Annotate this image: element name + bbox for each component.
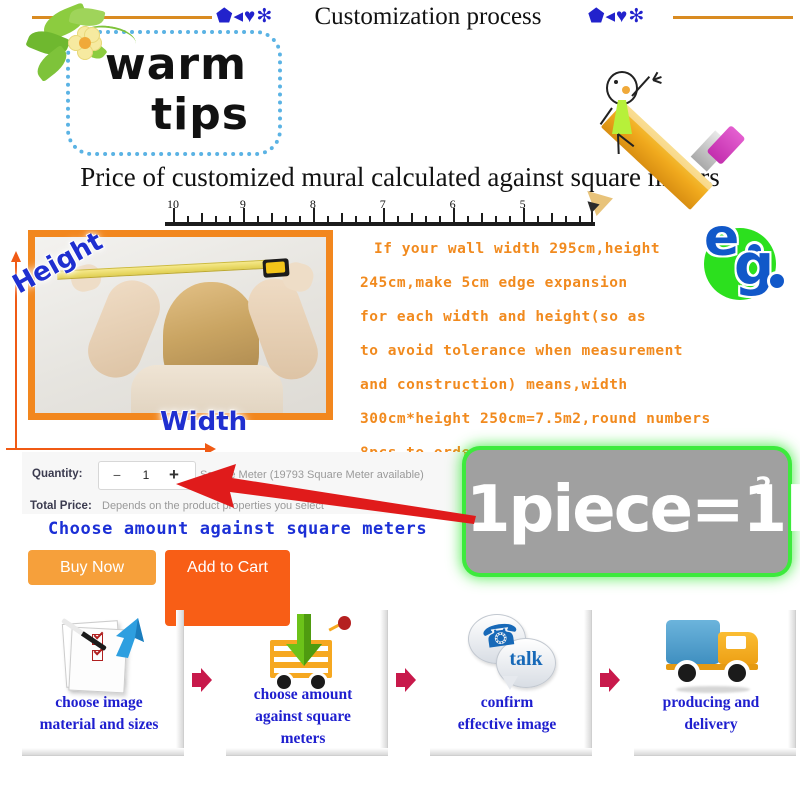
ruler-minor-tick — [578, 216, 581, 222]
example-paragraph-line: to avoid tolerance when measurement — [360, 343, 684, 359]
ruler-minor-tick — [340, 213, 343, 222]
ruler-minor-tick — [508, 216, 511, 222]
stick-figure-icon — [596, 67, 666, 155]
ruler-minor-tick — [396, 216, 399, 222]
blue-arrow-icon — [112, 616, 146, 658]
step-4-icon — [626, 608, 796, 693]
process-step-1: choose image material and sizes — [14, 604, 184, 756]
one-piece-text: 1piece=1M — [466, 473, 800, 547]
ruler-minor-tick — [438, 216, 441, 222]
step-2-icon — [218, 608, 388, 692]
process-step-4: producing and delivery — [626, 604, 796, 756]
step-3-caption: confirm effective image — [422, 692, 592, 736]
ruler-minor-tick — [228, 216, 231, 222]
customization-process-page: ⬟◂♥✻ Customization process ⬟◂♥✻ warm tip… — [0, 0, 800, 800]
shopping-cart-icon — [270, 614, 351, 692]
process-step-2: choose amount against square meters — [218, 604, 388, 756]
pencil-icon — [579, 71, 746, 225]
header-rule-right — [673, 16, 793, 19]
step-4-caption-line2: delivery — [684, 716, 738, 733]
step-3-icon: ☎ talk — [422, 608, 592, 692]
ruler-minor-tick — [550, 213, 553, 222]
ruler-minor-tick — [424, 216, 427, 222]
step-2-caption: choose amount against square meters — [218, 684, 388, 750]
talk-bubble-text: talk — [509, 648, 543, 670]
ruler-minor-tick — [214, 216, 217, 222]
example-paragraph-line: for each width and height(so as — [360, 309, 647, 325]
green-down-arrow-icon — [284, 614, 324, 668]
header-decor-left-icon: ⬟◂♥✻ — [216, 6, 274, 27]
ruler-tick-label: 5 — [519, 197, 526, 211]
step-3-caption-line2: effective image — [457, 716, 557, 733]
step-1-caption: choose image material and sizes — [14, 692, 184, 736]
step-arrow-1-icon — [192, 668, 212, 692]
step-4-caption: producing and delivery — [626, 692, 796, 736]
process-steps: choose image material and sizes choose a… — [14, 604, 796, 764]
one-piece-superscript: 2 — [755, 472, 772, 500]
ruler-tick-label: 7 — [379, 197, 386, 211]
ruler-minor-tick — [200, 213, 203, 222]
ruler-tick-label: 8 — [309, 197, 316, 211]
step-arrow-2-icon — [396, 668, 416, 692]
ruler-minor-tick — [564, 216, 567, 222]
ruler-minor-tick — [270, 213, 273, 222]
step-3-caption-line1: confirm — [480, 694, 534, 711]
ruler-minor-tick — [466, 216, 469, 222]
ruler-minor-tick — [298, 216, 301, 222]
ruler-graphic: 10 9 8 7 6 5 — [165, 197, 595, 226]
ruler-minor-tick — [186, 216, 189, 222]
ruler-minor-tick — [354, 216, 357, 222]
ruler-minor-tick — [494, 216, 497, 222]
step-4-caption-line1: producing and — [662, 694, 760, 711]
ruler-minor-tick — [326, 216, 329, 222]
ruler-tick-label: 9 — [239, 197, 246, 211]
step-1-caption-line2: material and sizes — [39, 716, 159, 733]
warm-tips-line2: tips — [151, 89, 249, 140]
ruler-minor-tick — [256, 216, 259, 222]
ruler-minor-tick — [536, 216, 539, 222]
total-price-label: Total Price: — [30, 500, 92, 512]
width-axis-arrow-icon — [6, 443, 216, 455]
example-badge: e g — [700, 212, 788, 300]
example-paragraph-line: and construction) means,width — [360, 377, 628, 393]
step-arrow-3-icon — [600, 668, 620, 692]
red-arrow-icon — [176, 462, 476, 532]
ruler-tick-label: 10 — [167, 197, 179, 211]
step-2-caption-line2: against square — [255, 708, 351, 725]
quantity-input[interactable]: 1 — [129, 466, 163, 485]
ruler-minor-tick — [368, 216, 371, 222]
example-paragraph-line: 300cm*height 250cm=7.5m2,round numbers — [360, 411, 711, 427]
ruler-minor-tick — [410, 213, 413, 222]
width-label: Width — [160, 407, 248, 437]
quantity-label: Quantity: — [32, 468, 83, 480]
ruler-minor-tick — [284, 216, 287, 222]
delivery-truck-icon — [666, 616, 760, 693]
step-2-caption-line1: choose amount — [253, 686, 353, 703]
buy-now-button[interactable]: Buy Now — [28, 550, 156, 585]
flower-leaves-icon — [24, 2, 138, 96]
step-1-caption-line1: choose image — [55, 694, 143, 711]
process-step-3: ☎ talk confirm effective image — [422, 604, 592, 756]
ruler-tick-label: 6 — [449, 197, 456, 211]
one-piece-equals-badge: 1piece=1M 2 — [466, 450, 800, 573]
step-2-caption-line3: meters — [280, 730, 326, 747]
page-title: Customization process — [314, 3, 542, 30]
example-badge-g: g — [734, 233, 775, 298]
step-1-icon — [14, 608, 184, 694]
quantity-decrement-button[interactable]: − — [107, 466, 127, 485]
ruler-minor-tick — [480, 213, 483, 222]
header-decor-right-icon: ⬟◂♥✻ — [588, 6, 646, 27]
